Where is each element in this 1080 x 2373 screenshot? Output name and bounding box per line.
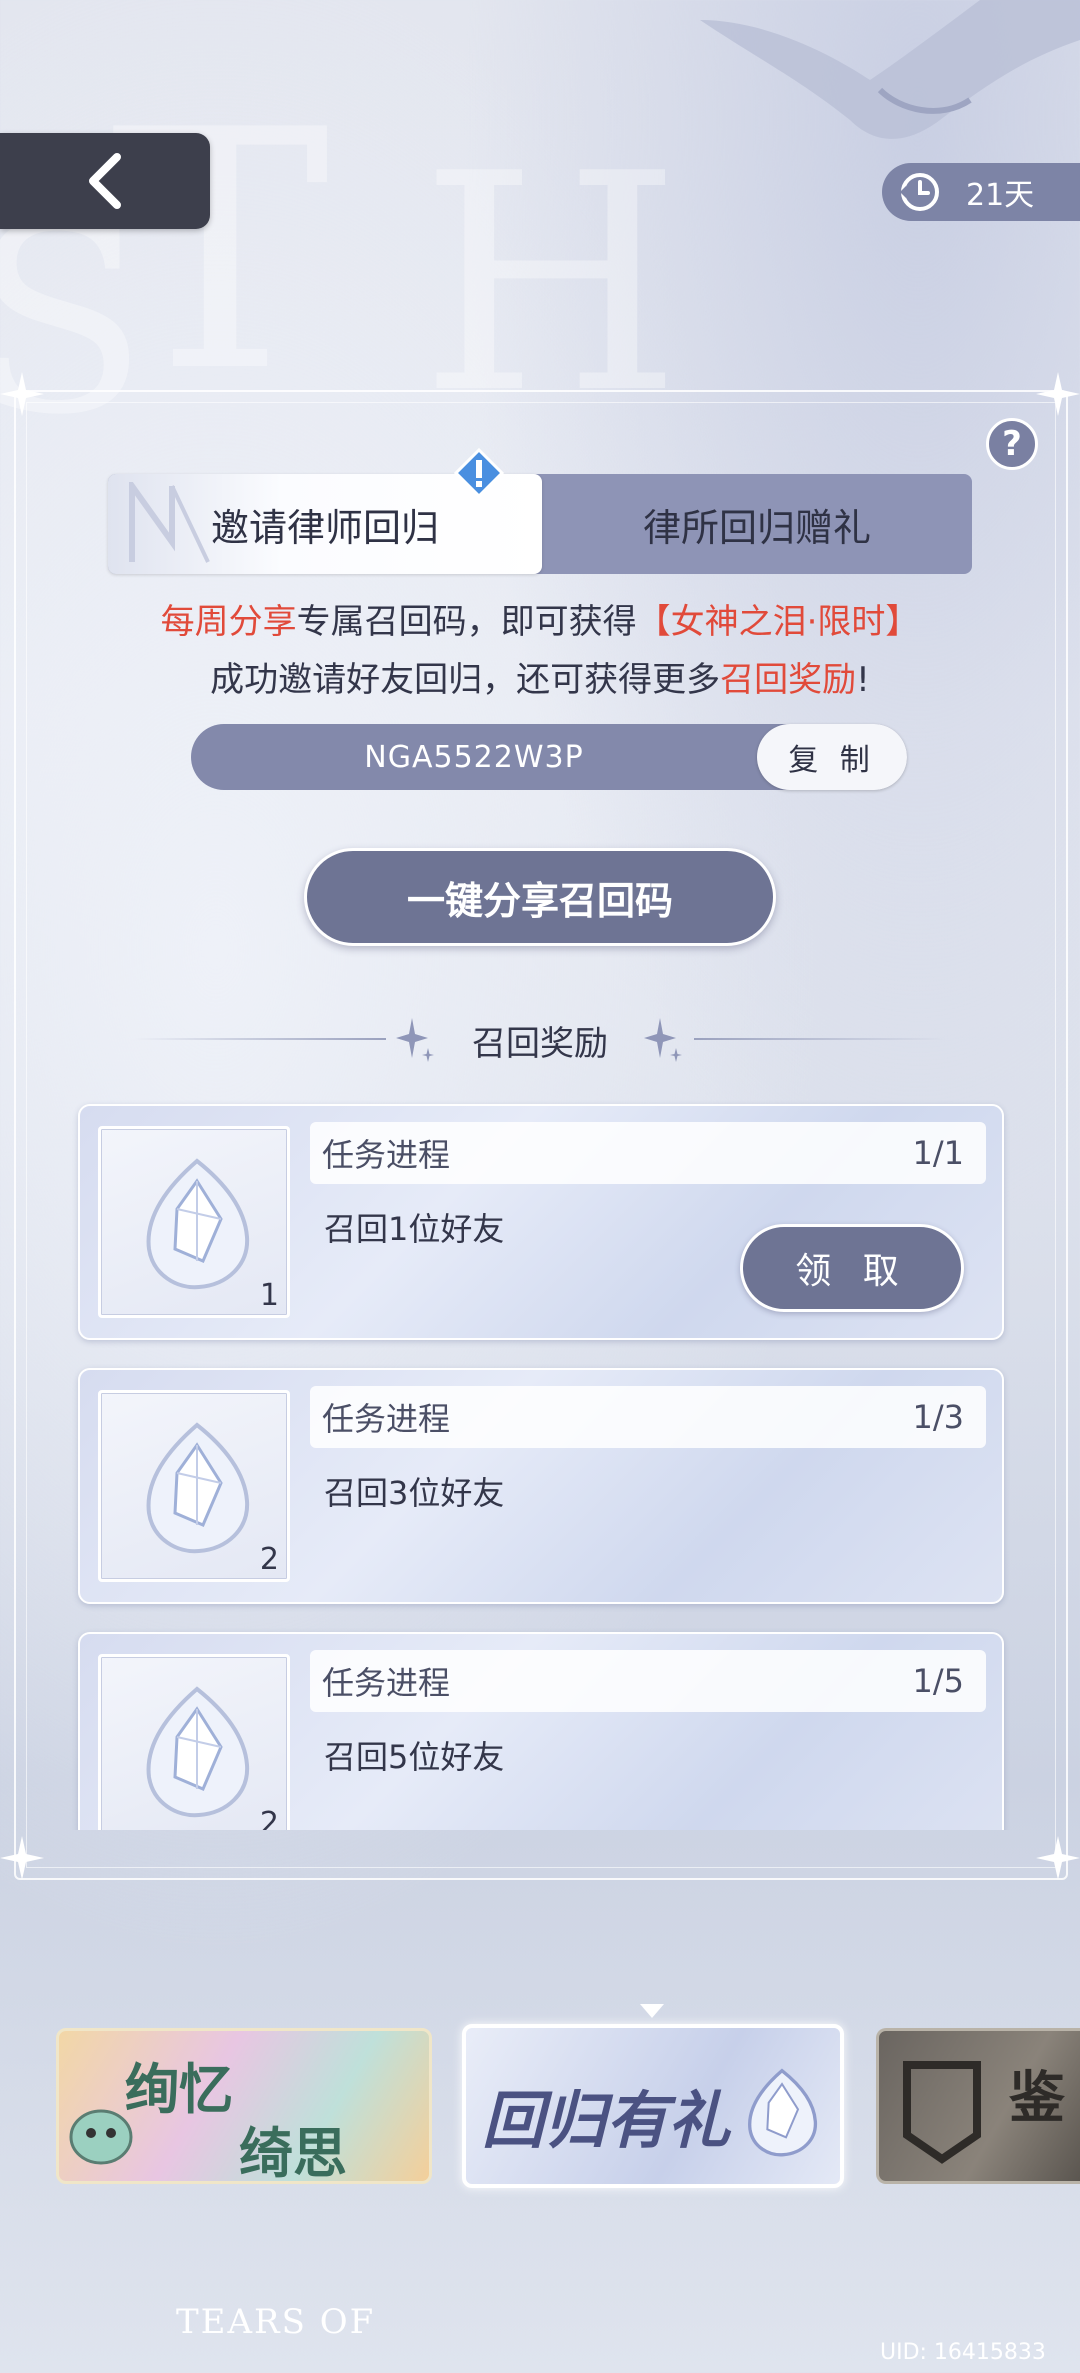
days-remaining: 21天 bbox=[966, 178, 1035, 213]
event-banner-third[interactable]: 鉴 bbox=[876, 2028, 1080, 2184]
tear-gem-icon bbox=[146, 1158, 250, 1290]
reward-name-text: 【女神之泪·限时】 bbox=[636, 602, 920, 642]
reward-quantity: 1 bbox=[259, 1278, 279, 1313]
weekly-share-text: 每周分享 bbox=[160, 602, 297, 642]
reward-quantity: 2 bbox=[259, 1806, 279, 1830]
tab-decoration-icon bbox=[129, 482, 210, 563]
progress-label: 任务进程 bbox=[322, 1664, 451, 1702]
back-button[interactable] bbox=[0, 133, 210, 229]
reward-card: 1 任务进程 1/1 召回1位好友 领 取 bbox=[78, 1104, 1004, 1340]
info-text: 成功邀请好友回归，还可获得更多 bbox=[210, 660, 721, 700]
copy-button[interactable]: 复 制 bbox=[757, 724, 907, 790]
info-text: 专属召回码，即可获得 bbox=[296, 602, 637, 642]
tear-gem-icon bbox=[146, 1686, 250, 1818]
sparkle-icon bbox=[1036, 1836, 1080, 1880]
progress-value: 1/3 bbox=[912, 1398, 965, 1436]
reward-quantity: 2 bbox=[259, 1542, 279, 1577]
progress-value: 1/1 bbox=[912, 1134, 965, 1172]
tab-label: 律所回归赠礼 bbox=[642, 505, 871, 550]
recall-rewards-title: 召回奖励 bbox=[472, 1024, 608, 1064]
banner-title: 回归有礼 bbox=[482, 2084, 731, 2157]
background-letter-t: T bbox=[110, 60, 330, 444]
progress-value: 1/5 bbox=[912, 1662, 965, 1700]
tear-gem-icon bbox=[146, 1422, 250, 1554]
progress-bar: 任务进程 1/1 bbox=[310, 1122, 986, 1184]
sparkle-icon bbox=[1036, 372, 1080, 416]
alert-diamond-icon bbox=[454, 448, 504, 498]
banner-title: 鉴 bbox=[1009, 2065, 1065, 2131]
reward-item-thumbnail[interactable]: 2 bbox=[98, 1390, 290, 1582]
game-logo-text: TEARS OF bbox=[176, 2302, 376, 2342]
recall-code: NGA5522W3P bbox=[364, 739, 584, 775]
help-button[interactable]: ? bbox=[986, 418, 1038, 470]
progress-label: 任务进程 bbox=[322, 1136, 451, 1174]
sparkle-icon bbox=[0, 1836, 44, 1880]
banner-title: 绮思 bbox=[239, 2121, 347, 2184]
progress-bar: 任务进程 1/5 bbox=[310, 1650, 986, 1712]
user-id: UID: 16415833 bbox=[880, 2340, 1046, 2365]
event-banner-return-gift[interactable]: 回归有礼 bbox=[462, 2024, 844, 2188]
bird-illustration bbox=[700, 0, 1080, 139]
tear-gem-icon bbox=[748, 2068, 818, 2157]
chevron-left-icon bbox=[89, 153, 121, 209]
task-description: 召回3位好友 bbox=[324, 1474, 505, 1512]
task-description: 召回1位好友 bbox=[324, 1210, 505, 1248]
tab-firm-return-gift[interactable]: 律所回归赠礼 bbox=[542, 474, 972, 574]
progress-label: 任务进程 bbox=[322, 1400, 451, 1438]
banner-title: 绚忆 bbox=[125, 2057, 233, 2121]
claim-button[interactable]: 领 取 bbox=[740, 1224, 964, 1312]
selected-indicator bbox=[640, 2004, 664, 2018]
badge-icon bbox=[903, 2061, 981, 2164]
reward-item-thumbnail[interactable]: 1 bbox=[98, 1126, 290, 1318]
task-description: 召回5位好友 bbox=[324, 1738, 505, 1776]
info-text: ! bbox=[856, 660, 870, 700]
event-timer: 21天 bbox=[882, 163, 1080, 221]
reward-card: 2 任务进程 1/3 召回3位好友 bbox=[78, 1368, 1004, 1604]
progress-bar: 任务进程 1/3 bbox=[310, 1386, 986, 1448]
event-banner-memories[interactable]: 绚忆 绮思 bbox=[56, 2028, 432, 2184]
question-icon: ? bbox=[1002, 424, 1022, 464]
info-line-2: 成功邀请好友回归，还可获得更多召回奖励! bbox=[0, 652, 1080, 701]
sparkle-icon bbox=[0, 372, 44, 416]
recall-reward-text: 召回奖励 bbox=[720, 660, 857, 700]
reward-item-thumbnail[interactable]: 2 bbox=[98, 1654, 290, 1830]
reward-card: 2 任务进程 1/5 召回5位好友 bbox=[78, 1632, 1004, 1830]
info-line-1: 每周分享专属召回码，即可获得【女神之泪·限时】 bbox=[0, 594, 1080, 643]
share-recall-code-button[interactable]: 一键分享召回码 bbox=[304, 848, 776, 946]
reward-list[interactable]: 1 任务进程 1/1 召回1位好友 领 取 2 任务进程 1/3 召回3位好友 bbox=[60, 1100, 1020, 1830]
clock-icon bbox=[900, 173, 939, 211]
tab-label: 邀请律师回归 bbox=[210, 505, 439, 550]
